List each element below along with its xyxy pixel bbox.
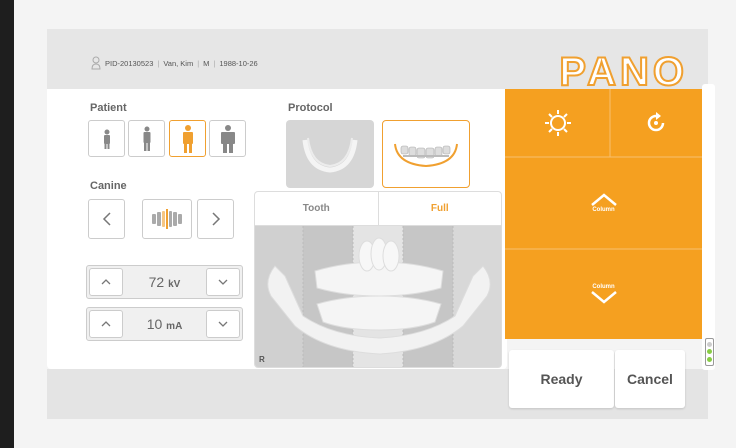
canine-position-indicator xyxy=(142,199,192,239)
patient-dob: 1988-10-26 xyxy=(219,58,258,68)
protocol-arch-only-button[interactable] xyxy=(286,120,374,188)
cancel-button[interactable]: Cancel xyxy=(615,350,685,408)
adult-icon xyxy=(182,124,193,153)
chevron-up-icon xyxy=(101,279,111,285)
ma-value-display: 10 mA xyxy=(125,316,204,332)
column-down-button[interactable]: Column xyxy=(505,249,702,339)
separator: | xyxy=(197,58,200,68)
child-small-icon xyxy=(103,129,110,149)
adult-large-icon xyxy=(220,124,235,153)
patient-info: PID-20130523 | Van, Kim | M | 1988-10-26 xyxy=(91,56,258,70)
kv-value-display: 72 kV xyxy=(125,274,204,290)
protocol-label: Protocol xyxy=(288,102,333,114)
canine-label: Canine xyxy=(90,180,127,192)
chevron-down-icon xyxy=(218,279,228,285)
kv-value: 72 xyxy=(148,274,165,290)
kv-unit: kV xyxy=(168,279,181,290)
patient-size-adult-button[interactable] xyxy=(169,120,206,157)
separator: | xyxy=(157,58,160,68)
child-icon xyxy=(143,126,150,151)
light-toggle-button[interactable] xyxy=(505,89,610,157)
chevron-up-icon xyxy=(101,321,111,327)
light-icon xyxy=(544,110,571,136)
kv-decrease-button[interactable] xyxy=(206,268,240,296)
column-up-button[interactable]: Column xyxy=(505,157,702,249)
rotate-reset-icon xyxy=(647,112,665,132)
ma-unit: mA xyxy=(166,321,183,332)
patient-size-child-small-button[interactable] xyxy=(88,120,125,157)
screen: PID-20130523 | Van, Kim | M | 1988-10-26… xyxy=(14,0,736,448)
jaw-diagram xyxy=(255,226,501,367)
led-middle xyxy=(707,349,712,355)
kv-stepper: 72 kV xyxy=(86,265,243,299)
protocol-full-arch-button[interactable] xyxy=(382,120,470,188)
chevron-up-icon xyxy=(590,193,617,206)
motion-control-panel: Column Column xyxy=(505,89,702,339)
right-edge-strip xyxy=(702,84,715,370)
chevron-down-icon xyxy=(218,321,228,327)
canine-prev-button[interactable] xyxy=(88,199,125,239)
ma-decrease-button[interactable] xyxy=(206,310,240,338)
panoramic-preview-panel: Tooth Full R xyxy=(254,191,502,368)
patient-id: PID-20130523 xyxy=(105,58,154,68)
chevron-down-icon xyxy=(590,291,617,304)
ma-stepper: 10 mA xyxy=(86,307,243,341)
patient-label: Patient xyxy=(90,102,127,114)
canine-teeth-icon xyxy=(152,209,182,229)
chevron-right-icon xyxy=(211,212,220,226)
kv-increase-button[interactable] xyxy=(89,268,123,296)
tab-tooth[interactable]: Tooth xyxy=(255,192,378,225)
column-up-label: Column xyxy=(592,207,615,213)
separator: | xyxy=(213,58,216,68)
device-bezel xyxy=(0,0,14,448)
ma-increase-button[interactable] xyxy=(89,310,123,338)
patient-size-adult-large-button[interactable] xyxy=(209,120,246,157)
led-bottom xyxy=(707,356,712,362)
dental-arch-icon xyxy=(302,137,358,173)
reset-position-button[interactable] xyxy=(610,89,702,157)
ready-button[interactable]: Ready xyxy=(509,350,614,408)
patient-size-child-button[interactable] xyxy=(128,120,165,157)
ma-value: 10 xyxy=(146,316,163,332)
side-marker: R xyxy=(259,355,265,364)
view-tabs: Tooth Full xyxy=(255,192,501,226)
person-icon xyxy=(91,56,101,70)
led-top xyxy=(707,342,712,348)
panoramic-image: R xyxy=(255,226,501,367)
patient-sex: M xyxy=(203,58,210,68)
status-indicator xyxy=(705,338,714,366)
chevron-left-icon xyxy=(102,212,111,226)
full-arch-icon xyxy=(394,143,458,168)
patient-name: Van, Kim xyxy=(163,58,194,68)
tab-full[interactable]: Full xyxy=(377,192,502,225)
canine-next-button[interactable] xyxy=(197,199,234,239)
